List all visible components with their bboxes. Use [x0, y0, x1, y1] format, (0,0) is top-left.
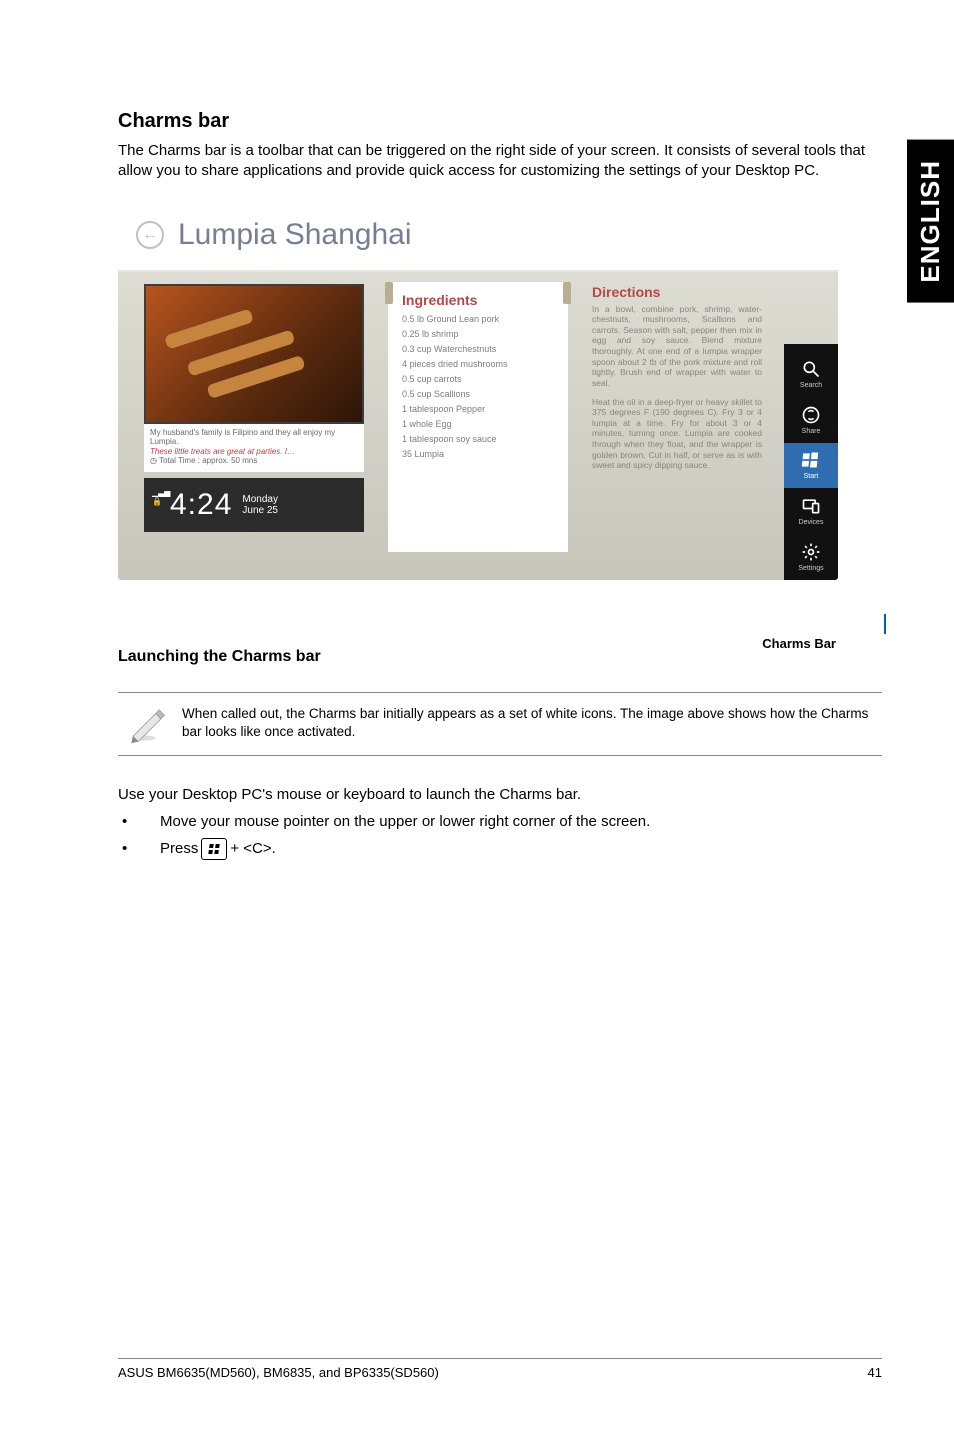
ingredient-item: 0.5 cup carrots — [402, 374, 554, 384]
share-icon — [801, 405, 821, 425]
page-footer: ASUS BM6635(MD560), BM6835, and BP6335(S… — [118, 1358, 882, 1380]
bullet-mouse: Move your mouse pointer on the upper or … — [118, 813, 882, 830]
ingredients-title: Ingredients — [402, 292, 554, 308]
ingredient-item: 1 whole Egg — [402, 419, 554, 429]
clock-day: Monday — [242, 494, 278, 505]
charm-share[interactable]: Share — [784, 397, 838, 443]
charms-bar-strip: Search Share Start Devices Settings — [784, 344, 838, 580]
signal-icon: ▁▃▅🔒 — [152, 488, 170, 506]
search-icon — [801, 359, 821, 379]
charm-start[interactable]: Start — [784, 443, 838, 489]
callout-label: Charms Bar — [762, 636, 836, 651]
section-heading-charms-bar: Charms bar — [118, 110, 882, 133]
ingredient-item: 0.5 cup Scallions — [402, 389, 554, 399]
ingredient-item: 0.3 cup Waterchestnuts — [402, 344, 554, 354]
charm-devices[interactable]: Devices — [784, 488, 838, 534]
note-box: When called out, the Charms bar initiall… — [118, 692, 882, 756]
charm-share-label: Share — [802, 428, 821, 435]
lead-text: Use your Desktop PC's mouse or keyboard … — [118, 786, 882, 803]
charm-devices-label: Devices — [799, 519, 824, 526]
app-topbar: ← Lumpia Shanghai — [118, 200, 838, 272]
settings-icon — [801, 542, 821, 562]
clock-date: June 25 — [242, 505, 278, 516]
windows-key-icon — [201, 838, 227, 860]
bullet-press-text: Press — [160, 840, 198, 857]
recipe-photo — [144, 284, 364, 424]
start-icon — [801, 450, 821, 470]
callout-line — [884, 614, 886, 634]
directions-title: Directions — [592, 284, 832, 300]
photo-caption: My husband's family is Filipino and they… — [144, 424, 364, 472]
ingredients-column: Ingredients 0.5 lb Ground Lean pork 0.25 … — [388, 282, 568, 552]
caption-time: Total Time : approx. 50 mns — [159, 456, 257, 465]
caption-line2: These little treats are great at parties… — [150, 447, 295, 456]
charm-settings[interactable]: Settings — [784, 534, 838, 580]
ingredient-item: 1 tablespoon Pepper — [402, 404, 554, 414]
clock-time: 4:24 — [170, 488, 232, 522]
ingredient-item: 0.25 lb shrimp — [402, 329, 554, 339]
photo-column: My husband's family is Filipino and they… — [118, 272, 388, 580]
charm-search-label: Search — [800, 382, 822, 389]
footer-model: ASUS BM6635(MD560), BM6835, and BP6335(S… — [118, 1365, 439, 1380]
charm-search[interactable]: Search — [784, 352, 838, 398]
bullet-plus-c: + <C>. — [230, 840, 275, 857]
ingredient-item: 35 Lumpia — [402, 449, 554, 459]
ingredient-item: 4 pieces dried mushrooms — [402, 359, 554, 369]
ingredient-item: 0.5 lb Ground Lean pork — [402, 314, 554, 324]
bullet-keyboard: Press + <C>. — [118, 838, 882, 860]
pencil-icon — [122, 703, 182, 745]
ingredient-item: 1 tablespoon soy sauce — [402, 434, 554, 444]
directions-p1: In a bowl, combine pork, shrimp, water-c… — [592, 304, 762, 389]
charms-bar-screenshot: ← Lumpia Shanghai My husband's family is… — [118, 200, 838, 580]
caption-line1: My husband's family is Filipino and they… — [150, 428, 335, 447]
back-icon[interactable]: ← — [136, 221, 164, 249]
devices-icon — [801, 496, 821, 516]
scroll-tab-left[interactable] — [385, 282, 393, 304]
bullet-mouse-text: Move your mouse pointer on the upper or … — [160, 813, 650, 830]
clock-strip: ▁▃▅🔒 4:24 Monday June 25 — [144, 478, 364, 532]
note-text: When called out, the Charms bar initiall… — [182, 703, 874, 741]
directions-p2: Heat the oil in a deep-fryer or heavy sk… — [592, 397, 762, 471]
language-tab: ENGLISH — [907, 140, 954, 303]
charm-settings-label: Settings — [798, 565, 823, 572]
app-title: Lumpia Shanghai — [178, 218, 412, 252]
scroll-tab-right[interactable] — [563, 282, 571, 304]
footer-page-number: 41 — [868, 1365, 882, 1380]
charm-start-label: Start — [804, 473, 819, 480]
section-intro: The Charms bar is a toolbar that can be … — [118, 141, 882, 182]
